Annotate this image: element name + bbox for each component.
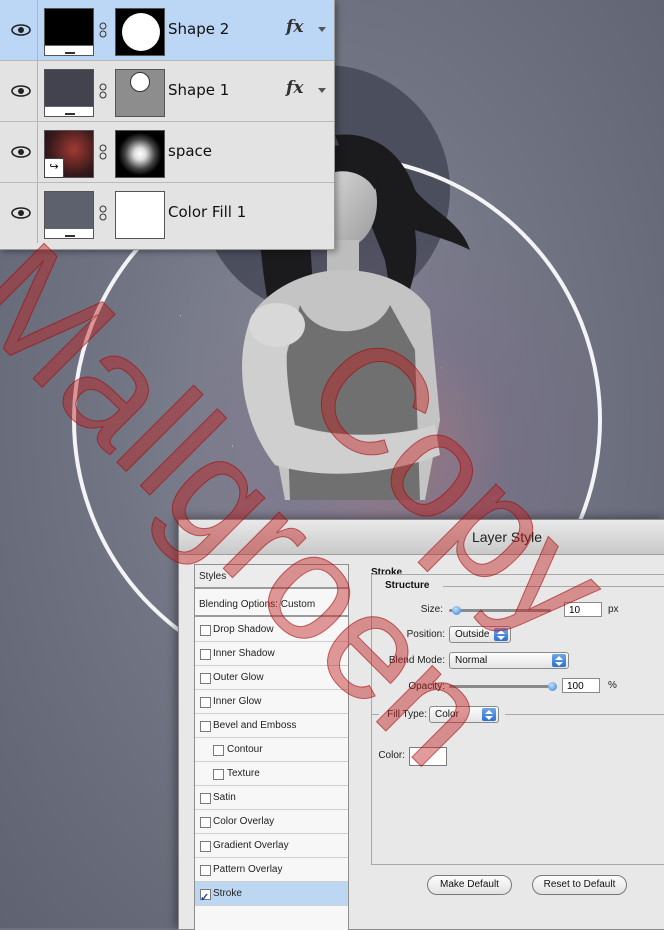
checkbox[interactable] [200,793,211,804]
styles-header[interactable]: Styles [195,565,348,589]
layer-mask-thumbnail [115,8,165,56]
fx-icon[interactable]: fx [286,78,303,98]
layer-thumbnail: ↪ [44,130,94,178]
fill-type-select[interactable]: Color [429,706,499,723]
dropdown-spinner-icon [494,628,508,641]
link-icon[interactable] [99,144,107,160]
dropdown-spinner-icon [552,654,566,667]
position-label: Position: [406,629,445,640]
style-item-inner-shadow[interactable]: Inner Shadow [195,642,348,666]
layers-panel: Shape 2 fx Shape 1 fx ↪ space Color Fill… [0,0,335,250]
checkbox[interactable] [200,649,211,660]
checkbox[interactable] [200,817,211,828]
style-item-pattern-overlay[interactable]: Pattern Overlay [195,858,348,882]
checkbox[interactable] [200,841,211,852]
opacity-slider-knob[interactable] [548,682,557,691]
style-item-color-overlay[interactable]: Color Overlay [195,810,348,834]
size-slider-knob[interactable] [452,606,461,615]
size-label: Size: [420,604,443,615]
styles-list: Styles Blending Options: Custom Drop Sha… [194,564,349,930]
style-item-outer-glow[interactable]: Outer Glow [195,666,348,690]
style-item-bevel-emboss[interactable]: Bevel and Emboss [195,714,348,738]
blend-mode-label: Blend Mode: [388,655,445,666]
blending-options-item[interactable]: Blending Options: Custom [195,593,348,617]
checkbox[interactable] [200,697,211,708]
checkbox[interactable] [200,865,211,876]
layer-row-space[interactable]: ↪ space [0,122,334,183]
make-default-button[interactable]: Make Default [427,875,512,895]
dialog-title: Layer Style [471,529,543,545]
layer-row-shape-2[interactable]: Shape 2 fx [0,0,334,61]
style-item-gradient-overlay[interactable]: Gradient Overlay [195,834,348,858]
style-item-satin[interactable]: Satin [195,786,348,810]
opacity-input[interactable]: 100 [562,678,600,693]
reset-to-default-button[interactable]: Reset to Default [532,875,627,895]
size-unit: px [608,604,619,615]
fx-icon[interactable]: fx [286,17,303,37]
layer-thumbnail [44,191,94,239]
checkbox[interactable] [200,625,211,636]
expand-arrow-icon[interactable] [318,88,326,93]
checkbox[interactable] [200,673,211,684]
checkmark-icon: ✓ [200,892,210,904]
opacity-label: Opacity: [408,681,445,692]
checkbox[interactable] [213,745,224,756]
stroke-color-swatch[interactable] [409,747,447,766]
color-label: Color: [378,750,405,761]
layer-mask-thumbnail [115,130,165,178]
layer-name[interactable]: Shape 1 [168,81,229,99]
visibility-eye-icon[interactable] [10,80,32,102]
layer-name[interactable]: Shape 2 [168,20,229,38]
layer-thumbnail [44,8,94,56]
visibility-eye-icon[interactable] [10,141,32,163]
size-input[interactable]: 10 [564,602,602,617]
stroke-settings: Stroke Structure Size: 10 px Position: O… [363,564,664,866]
checkbox[interactable] [200,721,211,732]
stroke-section-title: Stroke [371,567,403,578]
visibility-eye-icon[interactable] [10,202,32,224]
structure-title: Structure [385,580,430,591]
layer-mask-thumbnail [115,69,165,117]
link-icon[interactable] [99,205,107,221]
layer-thumbnail [44,69,94,117]
blend-mode-select[interactable]: Normal [449,652,569,669]
opacity-unit: % [608,680,617,691]
checkbox-checked[interactable]: ✓ [200,889,211,904]
style-item-inner-glow[interactable]: Inner Glow [195,690,348,714]
link-icon[interactable] [99,22,107,38]
visibility-eye-icon[interactable] [10,19,32,41]
style-item-contour[interactable]: Contour [195,738,348,762]
link-icon[interactable] [99,83,107,99]
layer-mask-thumbnail [115,191,165,239]
layer-name[interactable]: Color Fill 1 [168,203,246,221]
dialog-titlebar[interactable]: Layer Style [179,520,664,555]
layer-row-color-fill-1[interactable]: Color Fill 1 [0,183,334,243]
checkbox[interactable] [213,769,224,780]
dropdown-spinner-icon [482,708,496,721]
layer-style-dialog: Layer Style Styles Blending Options: Cus… [178,519,664,930]
style-item-texture[interactable]: Texture [195,762,348,786]
layer-row-shape-1[interactable]: Shape 1 fx [0,61,334,122]
fill-type-label: Fill Type: [387,709,427,720]
expand-arrow-icon[interactable] [318,27,326,32]
size-slider[interactable] [449,609,551,612]
style-item-drop-shadow[interactable]: Drop Shadow [195,618,348,642]
style-item-stroke[interactable]: ✓ Stroke [195,882,348,906]
layer-name[interactable]: space [168,142,212,160]
opacity-slider[interactable] [449,685,554,688]
position-select[interactable]: Outside [449,626,511,643]
